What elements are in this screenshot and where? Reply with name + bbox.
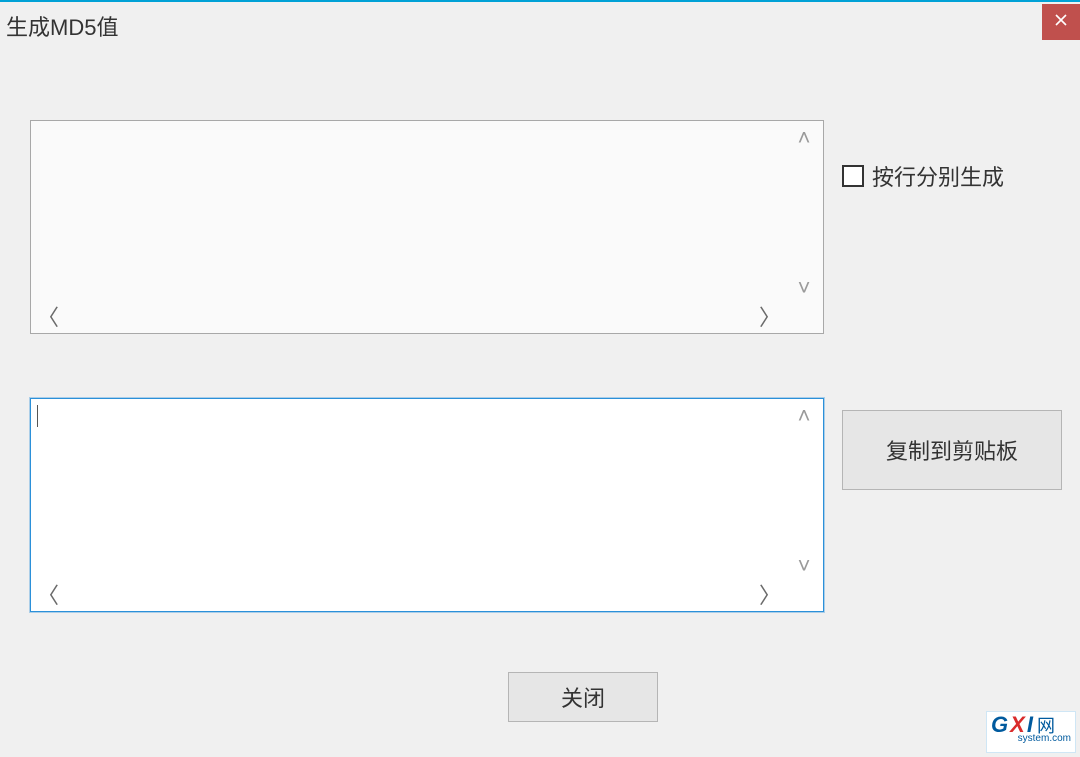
copy-button-label: 复制到剪贴板: [886, 434, 1018, 466]
chevron-down-icon: ˅: [798, 555, 811, 577]
chevron-right-icon: 〉: [759, 307, 781, 329]
title-bar: 生成MD5值: [0, 2, 1080, 50]
input-horizontal-scrollbar[interactable]: 〈 〉: [33, 305, 785, 331]
text-caret: [37, 405, 38, 427]
input-vertical-scrollbar[interactable]: ˄ ˅: [787, 123, 821, 303]
output-horizontal-scrollbar[interactable]: 〈 〉: [33, 583, 785, 609]
close-icon: [1055, 13, 1067, 31]
window-title: 生成MD5值: [6, 10, 118, 42]
chevron-left-icon: 〈: [37, 585, 59, 607]
window-close-button[interactable]: [1042, 4, 1080, 40]
chevron-up-icon: ˄: [798, 127, 811, 149]
input-textarea-content: [33, 123, 785, 303]
watermark-g: G: [991, 714, 1008, 736]
close-button-label: 关闭: [561, 681, 605, 713]
chevron-down-icon: ˅: [798, 277, 811, 299]
content-area: ˄ ˅ 〈 〉 按行分别生成 ˄ ˅ 〈 〉 复制到剪贴板 关闭: [0, 52, 1080, 757]
per-line-checkbox[interactable]: [842, 165, 864, 187]
input-textarea[interactable]: ˄ ˅ 〈 〉: [30, 120, 824, 334]
watermark-logo: G X I 网 system.com: [986, 711, 1076, 753]
output-vertical-scrollbar[interactable]: ˄ ˅: [787, 401, 821, 581]
output-textarea[interactable]: ˄ ˅ 〈 〉: [30, 398, 824, 612]
per-line-checkbox-row: 按行分别生成: [842, 160, 1004, 192]
output-textarea-content: [33, 401, 785, 581]
chevron-right-icon: 〉: [759, 585, 781, 607]
chevron-left-icon: 〈: [37, 307, 59, 329]
chevron-up-icon: ˄: [798, 405, 811, 427]
copy-to-clipboard-button[interactable]: 复制到剪贴板: [842, 410, 1062, 490]
per-line-checkbox-label: 按行分别生成: [872, 160, 1004, 192]
close-button[interactable]: 关闭: [508, 672, 658, 722]
